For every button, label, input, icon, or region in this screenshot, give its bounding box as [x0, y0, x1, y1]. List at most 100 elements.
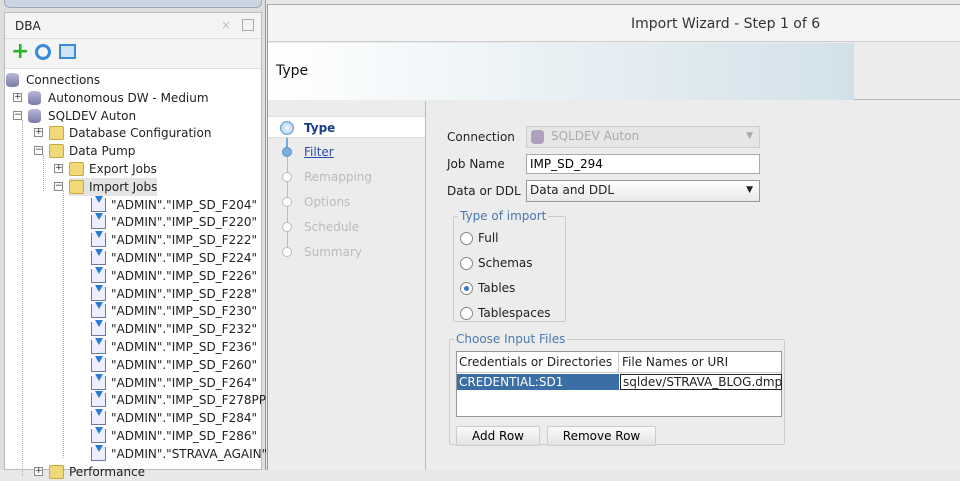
tree-item-label: "ADMIN"."IMP_SD_F222" [111, 233, 258, 248]
tree-item-label: Database Configuration [69, 126, 212, 141]
tree-item-label: Data Pump [69, 144, 136, 159]
tree-import-job[interactable]: "ADMIN"."IMP_SD_F224" [91, 249, 257, 267]
type-of-import-group: Type of import Full Schemas Tables Tablespa… [453, 209, 566, 322]
job-name-label: Job Name [447, 157, 505, 171]
collapse-icon[interactable]: − [54, 181, 63, 191]
tree-item-label: Performance [69, 464, 146, 479]
tree-import-job[interactable]: "ADMIN"."IMP_SD_F260" [91, 355, 258, 374]
tree-item-label: "ADMIN"."IMP_SD_F264" [111, 375, 258, 390]
import-job-icon [91, 444, 106, 461]
file-name-cell[interactable]: sqldev/STRAVA_BLOG.dmp [620, 374, 782, 390]
import-job-icon [91, 391, 106, 408]
expand-icon[interactable]: + [34, 466, 43, 476]
import-job-icon [91, 284, 106, 301]
radio-full[interactable] [460, 232, 473, 245]
wizard-steps: Type Filter Remapping Options Schedule Summar… [268, 101, 426, 470]
folder-icon [49, 144, 64, 159]
collapse-icon[interactable]: − [34, 146, 43, 156]
data-ddl-select[interactable]: Data and DDL ▼ [526, 180, 760, 202]
chevron-down-icon: ▼ [746, 131, 753, 141]
dialog-title: Import Wizard - Step 1 of 6 [631, 16, 821, 32]
connection-label: Connection [447, 130, 515, 144]
panel-header: DBA × [5, 13, 261, 39]
step-indicator-icon [282, 222, 292, 232]
input-files-table: Credentials or Directories File Names or… [456, 351, 782, 417]
tree-database-configuration[interactable]: + Database Configuration [34, 124, 212, 142]
tree-import-job[interactable]: "ADMIN"."IMP_SD_F222" [91, 231, 257, 249]
collapse-icon[interactable] [59, 44, 76, 59]
tree-item-label: SQLDEV Auton [48, 108, 137, 123]
folder-icon [49, 464, 64, 479]
wizard-step-type[interactable]: Type [268, 116, 425, 138]
panel-title: DBA [15, 19, 41, 33]
tree-item-label: Autonomous DW - Medium [48, 90, 209, 105]
tree-import-job[interactable]: "ADMIN"."IMP_SD_F278PP" [91, 391, 271, 409]
tree-import-job[interactable]: "ADMIN"."IMP_SD_F226" [91, 266, 257, 285]
scrollbar[interactable] [4, 0, 262, 8]
credential-cell[interactable]: CREDENTIAL:SD1 [457, 374, 619, 390]
tree-connection-autonomous-dw[interactable]: + Autonomous DW - Medium [13, 89, 209, 107]
group-label: Type of import [458, 209, 549, 223]
column-header[interactable]: Credentials or Directories [457, 352, 619, 373]
refresh-icon[interactable] [35, 44, 51, 60]
tree-item-label: "ADMIN"."IMP_SD_F278PP" [111, 393, 272, 408]
step-indicator-icon [280, 121, 294, 135]
tree-item-label: "ADMIN"."IMP_SD_F260" [111, 357, 258, 372]
remove-row-button[interactable]: Remove Row [547, 426, 656, 446]
import-job-icon [91, 266, 106, 283]
collapse-icon[interactable]: − [13, 110, 22, 120]
tree-connection-sqldev-auton[interactable]: − SQLDEV Auton [13, 107, 137, 125]
tree-import-job[interactable]: "ADMIN"."IMP_SD_F264" [91, 373, 258, 392]
tree-import-job[interactable]: "ADMIN"."IMP_SD_F228" [91, 284, 258, 303]
tree-item-label: "ADMIN"."IMP_SD_F224" [111, 251, 258, 265]
folder-icon [69, 179, 84, 194]
radio-schemas[interactable] [460, 257, 473, 270]
step-indicator-icon [282, 172, 292, 182]
radio-label[interactable]: Schemas [478, 256, 533, 270]
tree-item-label: "ADMIN"."IMP_SD_F204" [111, 197, 258, 212]
connection-select[interactable]: SQLDEV Auton ▼ [526, 126, 760, 148]
minimize-icon[interactable] [242, 19, 254, 31]
step-label: Filter [304, 145, 334, 159]
tree-import-jobs[interactable]: − Import Jobs [54, 177, 158, 196]
folder-icon [69, 162, 84, 176]
tree-item-label: "ADMIN"."IMP_SD_F230" [111, 304, 258, 319]
close-icon[interactable]: × [221, 18, 231, 32]
tree-performance[interactable]: + Performance [34, 463, 146, 481]
step-label: Summary [304, 245, 362, 259]
tree-export-jobs[interactable]: + Export Jobs [54, 160, 157, 178]
radio-label[interactable]: Full [478, 231, 499, 245]
radio-tablespaces[interactable] [460, 307, 473, 320]
expand-icon[interactable]: + [13, 92, 22, 102]
tree-import-job[interactable]: "ADMIN"."IMP_SD_F284" [91, 409, 257, 427]
tree-import-job[interactable]: "ADMIN"."IMP_SD_F230" [91, 302, 257, 320]
tree-import-job[interactable]: "ADMIN"."IMP_SD_F220" [91, 213, 257, 231]
import-job-icon [91, 213, 106, 230]
tree-data-pump[interactable]: − Data Pump [34, 142, 136, 160]
tree-item-label: "ADMIN"."IMP_SD_F286" [111, 429, 258, 443]
import-job-icon [91, 373, 106, 390]
add-connection-icon[interactable]: + [11, 41, 29, 63]
wizard-step-filter[interactable]: Filter [268, 141, 425, 163]
radio-label[interactable]: Tablespaces [478, 306, 551, 320]
tree-import-job[interactable]: "ADMIN"."IMP_SD_F236" [91, 338, 257, 356]
tree-import-job[interactable]: "ADMIN"."STRAVA_AGAIN" [91, 444, 267, 463]
tree-connections[interactable]: Connections [6, 71, 100, 89]
tree-item-label: Import Jobs [89, 179, 158, 194]
tree-import-job[interactable]: "ADMIN"."IMP_SD_F286" [91, 427, 257, 445]
radio-tables[interactable] [460, 282, 473, 295]
expand-icon[interactable]: + [54, 164, 63, 173]
database-icon [28, 90, 41, 105]
expand-icon[interactable]: + [34, 128, 43, 138]
tree-import-job[interactable]: "ADMIN"."IMP_SD_F204" [91, 195, 258, 214]
column-header[interactable]: File Names or URI [619, 352, 781, 373]
tree-item-label: "ADMIN"."IMP_SD_F228" [111, 286, 258, 301]
radio-label[interactable]: Tables [478, 281, 515, 295]
tree-import-job[interactable]: "ADMIN"."IMP_SD_F232" [91, 320, 257, 338]
job-name-input[interactable] [526, 154, 760, 174]
import-job-icon [91, 320, 106, 337]
add-row-button[interactable]: Add Row [456, 426, 540, 446]
data-ddl-label: Data or DDL [447, 184, 521, 198]
import-wizard-dialog: Import Wizard - Step 1 of 6 Type Type Fil… [267, 4, 960, 470]
tree-item-label: Connections [26, 73, 101, 87]
